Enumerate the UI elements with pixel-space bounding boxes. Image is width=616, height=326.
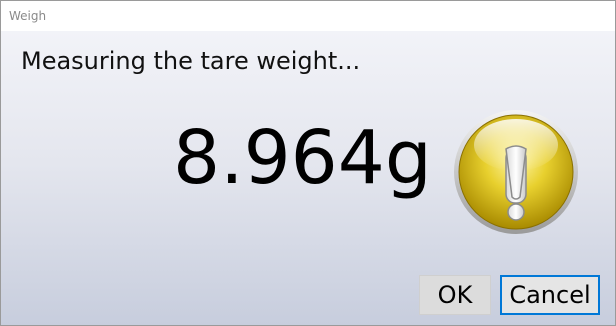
weight-readout: 8.964g <box>173 115 432 201</box>
dialog-body: Measuring the tare weight... 8.964g OK C… <box>1 31 615 325</box>
weigh-dialog-window: Weigh Measuring the tare weight... 8.964… <box>0 0 616 326</box>
ok-button[interactable]: OK <box>419 275 491 315</box>
cancel-button[interactable]: Cancel <box>500 275 600 315</box>
window-title: Weigh <box>9 9 47 23</box>
title-bar[interactable]: Weigh <box>1 1 615 31</box>
warning-exclamation-icon <box>454 110 578 234</box>
status-message: Measuring the tare weight... <box>21 47 361 75</box>
